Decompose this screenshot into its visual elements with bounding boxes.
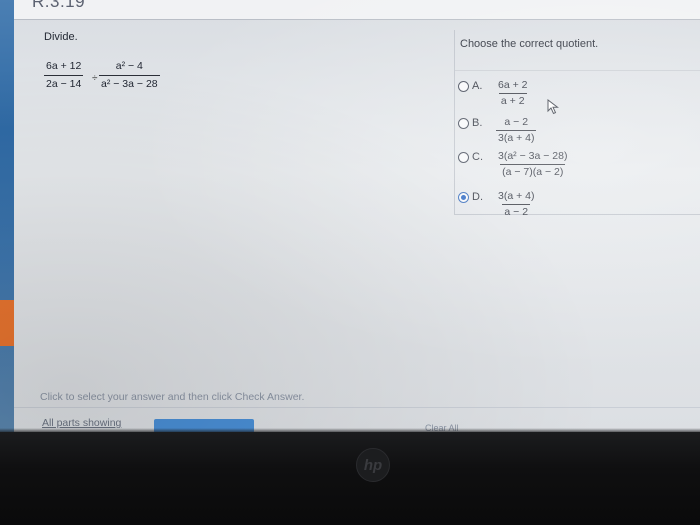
option-d-letter: D.	[472, 191, 483, 203]
option-b-denominator: 3(a + 4)	[496, 129, 537, 144]
option-c[interactable]: C. 3(a² − 3a − 28) (a − 7)(a − 2)	[458, 151, 569, 177]
instruction-text: Click to select your answer and then cli…	[40, 391, 305, 403]
dividend-numerator: 6a + 12	[46, 60, 82, 72]
division-operator: ÷	[92, 73, 98, 84]
option-a[interactable]: A. 6a + 2 a + 2	[458, 80, 530, 106]
option-b-numerator: a − 2	[504, 116, 529, 128]
question-area: Divide. 6a + 12 2a − 14 ÷ a² − 4 a² − 3a…	[14, 20, 700, 432]
option-a-numerator: 6a + 2	[498, 79, 528, 91]
option-a-denominator: a + 2	[498, 92, 527, 107]
option-d[interactable]: D. 3(a + 4) a − 2	[458, 191, 536, 217]
option-b-fraction: a − 2 3(a + 4)	[496, 116, 537, 144]
divisor-fraction: a² − 4 a² − 3a − 28	[99, 61, 160, 89]
answer-panel: Choose the correct quotient. A. 6a + 2 a…	[455, 30, 700, 217]
option-c-denominator: (a − 7)(a − 2)	[500, 163, 566, 178]
option-a-fraction: 6a + 2 a + 2	[496, 80, 530, 106]
answer-prompt: Choose the correct quotient.	[460, 38, 599, 50]
mouse-pointer-icon	[547, 99, 559, 115]
question-label: Divide.	[44, 31, 78, 43]
option-a-letter: A.	[472, 80, 483, 92]
prompt-divider	[455, 70, 700, 71]
option-b-letter: B.	[472, 117, 483, 129]
hp-logo: hp	[356, 448, 390, 482]
option-d-numerator: 3(a + 4)	[498, 190, 535, 202]
footer-divider	[14, 407, 700, 408]
option-c-fraction: 3(a² − 3a − 28) (a − 7)(a − 2)	[496, 151, 569, 177]
radio-d[interactable]	[458, 192, 469, 203]
problem-code: R.3.19	[32, 0, 86, 11]
sidebar-accent	[0, 300, 14, 346]
option-d-denominator: a − 2	[502, 203, 531, 218]
option-d-fraction: 3(a + 4) a − 2	[496, 191, 536, 217]
radio-c[interactable]	[458, 152, 469, 163]
option-c-letter: C.	[472, 151, 483, 163]
header-bar: R.3.19	[14, 0, 700, 20]
app-screen: R.3.19 Divide. 6a + 12 2a − 14 ÷ a² − 4 …	[0, 0, 700, 432]
dividend-denominator: 2a − 14	[44, 74, 84, 90]
divisor-numerator: a² − 4	[115, 60, 143, 72]
option-b[interactable]: B. a − 2 3(a + 4)	[458, 116, 537, 144]
laptop-bezel	[0, 432, 700, 525]
radio-a[interactable]	[458, 81, 469, 92]
option-c-numerator: 3(a² − 3a − 28)	[498, 150, 568, 162]
divisor-denominator: a² − 3a − 28	[99, 74, 160, 90]
radio-b[interactable]	[458, 118, 469, 129]
dividend-fraction: 6a + 12 2a − 14	[44, 60, 84, 90]
left-sidebar-strip	[0, 0, 14, 432]
